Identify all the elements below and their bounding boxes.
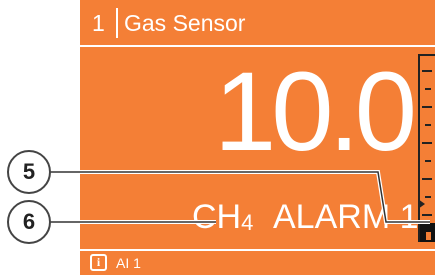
callout-6: 6 [7, 200, 51, 244]
callout-5-leader [49, 171, 430, 223]
callout-5-leader-halo [49, 170, 430, 224]
callout-leader-lines [49, 170, 430, 224]
callout-5: 5 [7, 150, 51, 194]
